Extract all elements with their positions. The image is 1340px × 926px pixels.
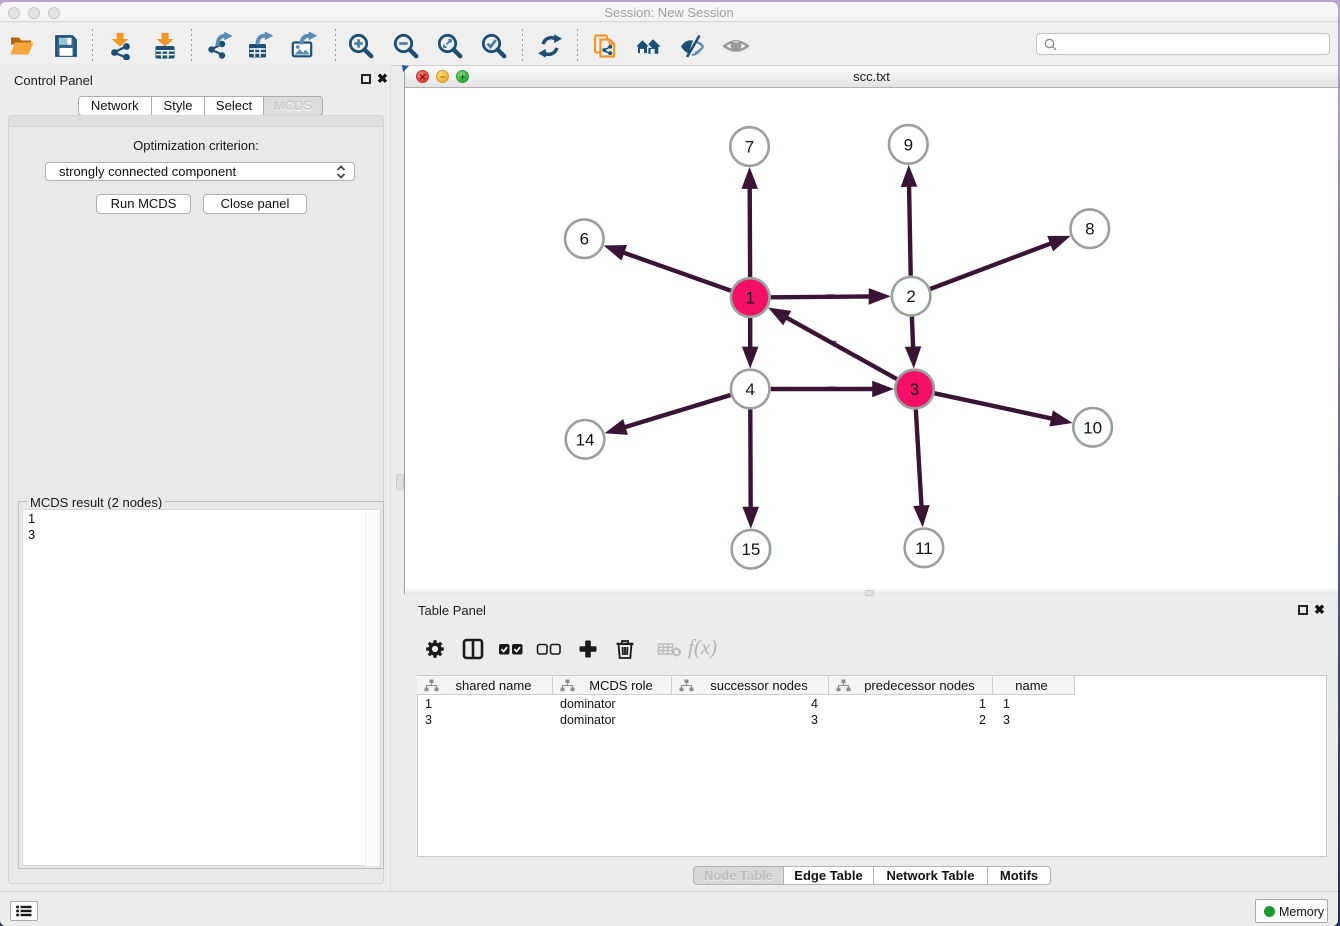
svg-text:1: 1 (745, 289, 754, 308)
svg-text:2: 2 (906, 287, 915, 306)
svg-text:7: 7 (745, 138, 754, 157)
svg-text:6: 6 (580, 230, 589, 249)
svg-text:9: 9 (904, 135, 913, 154)
svg-text:8: 8 (1085, 220, 1094, 239)
svg-text:4: 4 (745, 380, 754, 399)
svg-text:3: 3 (910, 380, 919, 399)
svg-text:14: 14 (576, 430, 595, 449)
svg-text:15: 15 (741, 540, 760, 559)
svg-text:11: 11 (915, 539, 933, 558)
svg-text:10: 10 (1083, 418, 1102, 437)
